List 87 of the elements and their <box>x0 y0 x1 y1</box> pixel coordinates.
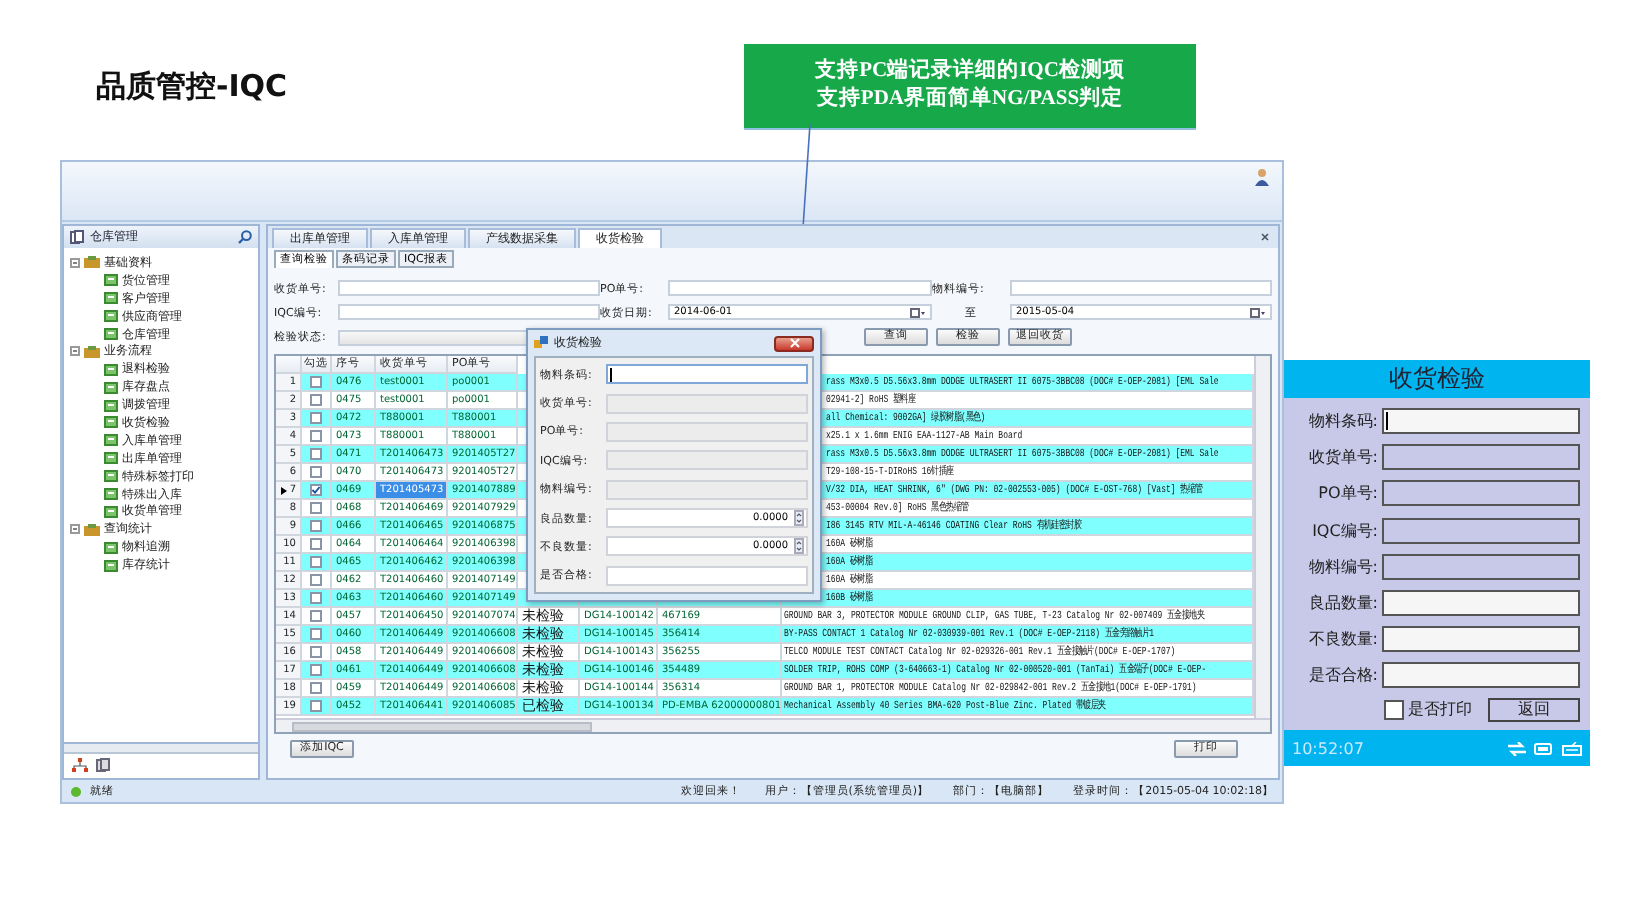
scrollbar[interactable] <box>1254 356 1270 718</box>
form-icon <box>104 274 118 287</box>
calendar-icon <box>910 307 926 317</box>
search-icon <box>238 230 252 244</box>
checkbox[interactable] <box>310 610 322 622</box>
checkbox[interactable] <box>310 412 322 424</box>
print-checkbox[interactable]: 是否打印 <box>1384 698 1472 720</box>
calendar-icon <box>1250 307 1266 317</box>
folder-icon <box>84 345 100 358</box>
input-field[interactable] <box>1382 662 1580 689</box>
pda-title: 收货检验 <box>1284 360 1590 398</box>
text-field[interactable] <box>668 280 932 296</box>
checkbox[interactable] <box>310 430 322 442</box>
field-label: 不良数量: <box>1306 628 1378 651</box>
input-field[interactable] <box>1382 408 1580 434</box>
status-dot-icon <box>70 785 82 797</box>
checkbox[interactable] <box>310 574 322 586</box>
slide-title: 品质管控-IQC <box>96 68 290 106</box>
checkbox[interactable] <box>310 556 322 568</box>
checkbox[interactable] <box>310 628 322 640</box>
pointer-icon <box>280 485 288 495</box>
folder-icon <box>84 523 100 536</box>
collapse-icon <box>70 346 80 357</box>
checkbox[interactable] <box>310 394 322 406</box>
text-field[interactable] <box>338 304 600 320</box>
checkbox[interactable] <box>310 376 322 388</box>
field-label: 物料条码: <box>1306 410 1378 432</box>
pages-icon <box>70 230 84 244</box>
input-field[interactable] <box>1382 444 1580 471</box>
form-icon <box>104 399 118 412</box>
form-icon <box>104 292 118 305</box>
scrollbar[interactable] <box>276 718 1270 732</box>
form-icon <box>104 310 118 323</box>
field-label: PO单号: <box>1316 482 1378 505</box>
checkbox[interactable] <box>310 466 322 478</box>
app-icon <box>534 336 548 350</box>
sync-icon <box>1508 741 1526 755</box>
folder-icon <box>84 256 100 269</box>
input-field[interactable] <box>1382 553 1580 580</box>
field-label: 物料编号: <box>1306 555 1378 578</box>
form-icon <box>104 381 118 394</box>
callout-box: 支持PC端记录详细的IQC检测项 支持PDA界面简单NG/PASS判定 <box>744 44 1196 128</box>
checkbox[interactable] <box>310 682 322 694</box>
input-field[interactable] <box>1382 480 1580 507</box>
input-field[interactable] <box>606 364 808 385</box>
form-icon <box>104 452 118 465</box>
close-icon <box>1260 232 1270 242</box>
back-button[interactable]: 返回 <box>1488 697 1580 721</box>
collapse-icon <box>70 524 80 535</box>
form-icon <box>104 541 118 554</box>
battery-icon <box>1534 741 1554 755</box>
spinner-icon <box>794 538 804 555</box>
field-label: IQC编号: <box>1310 519 1378 542</box>
close-button[interactable] <box>774 335 814 351</box>
collapse-icon <box>70 257 80 268</box>
pages-icon <box>96 758 110 772</box>
form-icon <box>104 470 118 483</box>
org-chart-icon <box>72 758 88 772</box>
form-icon <box>104 328 118 340</box>
input-field[interactable] <box>1382 517 1580 544</box>
input-field[interactable] <box>1382 626 1580 653</box>
checkbox[interactable] <box>310 664 322 676</box>
form-icon <box>104 434 118 447</box>
form-icon <box>104 559 118 572</box>
text-field[interactable] <box>338 280 600 296</box>
field-label: 收货单号: <box>1306 446 1378 469</box>
checkbox[interactable] <box>310 520 322 532</box>
keyboard-icon <box>1562 741 1582 755</box>
checkbox[interactable] <box>310 700 322 712</box>
user-icon <box>1254 168 1270 186</box>
input-field[interactable] <box>1382 589 1580 616</box>
form-icon <box>104 488 118 501</box>
checkbox[interactable] <box>310 484 322 496</box>
checkbox[interactable] <box>310 592 322 604</box>
form-icon <box>104 363 118 376</box>
clock-time: 10:52:07 <box>1292 739 1364 757</box>
spinner-icon <box>794 510 804 527</box>
form-icon <box>104 416 118 429</box>
checkbox[interactable] <box>310 502 322 514</box>
field-label: 是否合格: <box>1306 664 1378 687</box>
checkbox[interactable] <box>310 448 322 460</box>
checkbox[interactable] <box>310 646 322 658</box>
checkbox[interactable] <box>310 538 322 550</box>
close-icon <box>789 338 799 348</box>
text-field[interactable] <box>1010 280 1272 296</box>
field-label: 良品数量: <box>1306 591 1378 614</box>
form-icon <box>104 505 118 518</box>
